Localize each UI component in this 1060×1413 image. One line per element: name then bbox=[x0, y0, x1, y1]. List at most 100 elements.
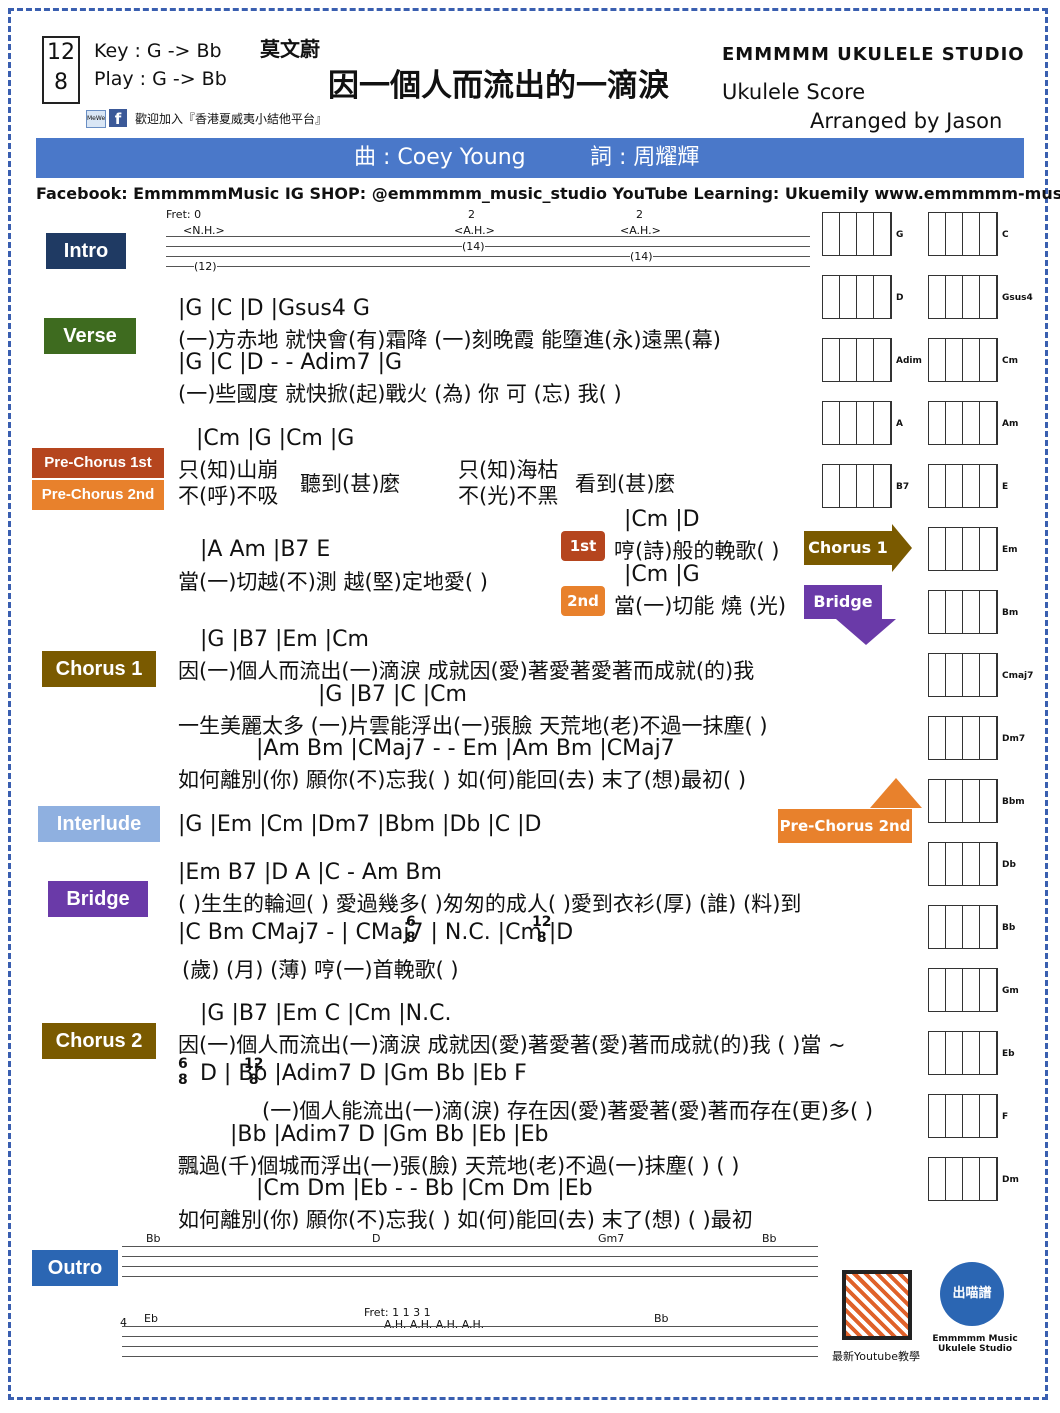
ending-1-chords: |Cm |D bbox=[624, 507, 700, 532]
outro-chord-3: Gm7 bbox=[598, 1232, 625, 1245]
chorus1-chords-1: |G |B7 |Em |Cm bbox=[200, 627, 369, 652]
outro-chord-6: Bb bbox=[654, 1312, 669, 1325]
chord-diagram-name: Am bbox=[1002, 419, 1019, 429]
chord-diagram-row: Db bbox=[818, 834, 1038, 897]
outro-chord-1: Bb bbox=[146, 1232, 161, 1245]
chord-diagram-row: Gm bbox=[818, 960, 1038, 1023]
chord-diagram-name: Bb bbox=[1002, 923, 1016, 933]
pre-lyric-2c: 看到(甚)麼 bbox=[575, 472, 676, 496]
play-text: Play : G -> Bb bbox=[94, 68, 227, 90]
intro-fret-label: Fret: 0 bbox=[166, 208, 202, 221]
chord-diagram-row: Bbm bbox=[818, 771, 1038, 834]
song-title: 因一個人而流出的一滴淚 bbox=[328, 68, 669, 104]
chorus2-chords-1: |G |B7 |Em C |Cm |N.C. bbox=[200, 1001, 452, 1026]
chord-diagram bbox=[928, 653, 998, 697]
second-ending-badge: 2nd bbox=[561, 586, 605, 616]
intro-note-14a: (14) bbox=[462, 240, 485, 253]
bridge-lyrics-2: (歲) (月) (薄) 哼(一)首輓歌( ) bbox=[182, 958, 459, 982]
pre-lyric-2b: 不(光)不黑 bbox=[458, 484, 559, 508]
chorus2-lyrics-1: 因(一)個人而流出(一)滴淚 成就因(愛)著愛著(愛)著而成就(的)我 ( )當… bbox=[178, 1033, 846, 1057]
chord-diagram bbox=[928, 716, 998, 760]
section-intro: Intro bbox=[46, 233, 126, 269]
chorus2-chords-2: D | Bb |Adim7 D |Gm Bb |Eb F bbox=[200, 1061, 527, 1086]
chord-diagram bbox=[928, 1157, 998, 1201]
chord-diagram-row: Eb bbox=[818, 1023, 1038, 1086]
intro-note-12: (12) bbox=[194, 260, 217, 273]
outro-chord-2: D bbox=[372, 1232, 381, 1245]
chord-diagram bbox=[928, 905, 998, 949]
chord-diagram-name: Bbm bbox=[1002, 797, 1025, 807]
verse-chords-2: |G |C |D - - Adim7 |G bbox=[178, 350, 403, 375]
credits-banner: 曲 : Coey Young 詞 : 周耀輝 bbox=[36, 138, 1024, 178]
chord-diagram bbox=[928, 842, 998, 886]
chord-diagram bbox=[822, 275, 892, 319]
chorus1-lyrics-3: 如何離別(你) 願你(不)忘我( ) 如(何)能回(去) 末了(想)最初( ) bbox=[178, 768, 747, 792]
section-bridge: Bridge bbox=[48, 881, 148, 917]
qr-code[interactable] bbox=[842, 1270, 912, 1340]
lyricist-credit: 詞 : 周耀輝 bbox=[590, 145, 700, 170]
chord-diagram-row: Bb bbox=[818, 897, 1038, 960]
chorus1-chords-3: |Am Bm |CMaj7 - - Em |Am Bm |CMaj7 bbox=[256, 736, 675, 761]
outro-tab-staff-2 bbox=[122, 1326, 818, 1366]
chord-diagram-name: B7 bbox=[896, 482, 910, 492]
chord-diagram-column: G C D Gsus4 Adim Cm A Am B7 E Em Bm Cmaj7 Dm7 Bbm Db Bb G… bbox=[818, 204, 1038, 1212]
bridge-time-sig-12-8: 12 8 bbox=[532, 914, 552, 946]
time-signature-bottom: 8 bbox=[54, 70, 68, 95]
chord-diagram bbox=[928, 590, 998, 634]
chord-diagram bbox=[928, 1094, 998, 1138]
chord-diagram-row: Em bbox=[818, 519, 1038, 582]
chord-diagram-name: Bm bbox=[1002, 608, 1019, 618]
chord-diagram-row: D Gsus4 bbox=[818, 267, 1038, 330]
chord-diagram-name: Dm bbox=[1002, 1175, 1019, 1185]
chord-diagram-name: Cm bbox=[1002, 356, 1018, 366]
section-chorus-2: Chorus 2 bbox=[42, 1023, 156, 1059]
time-signature-top: 12 bbox=[47, 40, 75, 65]
score-subtitle: Ukulele Score bbox=[722, 80, 866, 104]
composer-credit: 曲 : Coey Young bbox=[354, 145, 526, 170]
chord-diagram-name: Gsus4 bbox=[1002, 293, 1033, 303]
section-chorus-1: Chorus 1 bbox=[42, 651, 156, 687]
bridge-time-sig-6-8: 68 bbox=[406, 914, 416, 946]
chorus2-lyrics-2: (一)個人能流出(一)滴(淚) 存在因(愛)著愛著(愛)著而存在(更)多( ) bbox=[262, 1099, 874, 1123]
join-group-text: 歡迎加入『香港夏威夷小結他平台』 bbox=[135, 112, 328, 126]
chord-diagram bbox=[928, 1031, 998, 1075]
chord-diagram-row: B7 E bbox=[818, 456, 1038, 519]
chord-diagram bbox=[822, 464, 892, 508]
chorus2-chords-3: |Bb |Adim7 D |Gm Bb |Eb |Eb bbox=[230, 1122, 549, 1147]
qr-caption: 最新Youtube教學 bbox=[832, 1350, 920, 1363]
intro-fret-2a: 2 bbox=[468, 208, 475, 221]
chord-diagram-row: Adim Cm bbox=[818, 330, 1038, 393]
mewe-icon[interactable]: MeWe bbox=[86, 110, 106, 128]
ending-2-lyrics: 當(一)切能 燒 (光) bbox=[614, 594, 787, 618]
chord-diagram bbox=[928, 275, 998, 319]
outro-chord-5: Eb bbox=[144, 1312, 158, 1325]
outro-tab-staff-1 bbox=[122, 1246, 818, 1286]
chord-diagram-name: D bbox=[896, 293, 904, 303]
ending-2-chords: |Cm |G bbox=[624, 562, 700, 587]
paw-caption: Emmmmm Music Ukulele Studio bbox=[932, 1334, 1018, 1354]
key-text: Key : G -> Bb bbox=[94, 40, 222, 62]
section-outro: Outro bbox=[32, 1250, 118, 1286]
pre-lyric-1b: 不(呼)不吸 bbox=[178, 484, 279, 508]
chord-diagram-row: Bm bbox=[818, 582, 1038, 645]
bridge-chords-2: |C Bm CMaj7 - | CMaj7 | N.C. |Cm |D bbox=[178, 920, 574, 945]
social-links[interactable]: Facebook: EmmmmmMusic IG SHOP: @emmmmm_m… bbox=[36, 184, 1060, 203]
pre-lyrics-3: 當(一)切越(不)測 越(堅)定地愛( ) bbox=[178, 570, 488, 594]
chord-diagram-name: Em bbox=[1002, 545, 1018, 555]
intro-tab-staff bbox=[166, 236, 810, 276]
chord-diagram-name: A bbox=[896, 419, 903, 429]
pre-lyric-1c: 聽到(甚)麼 bbox=[300, 472, 401, 496]
first-ending-badge: 1st bbox=[561, 531, 605, 561]
chord-diagram bbox=[822, 401, 892, 445]
chorus2-chords-4: |Cm Dm |Eb - - Bb |Cm Dm |Eb bbox=[256, 1176, 593, 1201]
chord-diagram-name: G bbox=[896, 230, 904, 240]
chord-diagram bbox=[928, 464, 998, 508]
chord-diagram-name: Eb bbox=[1002, 1049, 1015, 1059]
interlude-chords: |G |Em |Cm |Dm7 |Bbm |Db |C |D bbox=[178, 812, 542, 837]
chorus2-time-sig-6-8: 68 bbox=[178, 1056, 188, 1088]
chord-diagram-name: E bbox=[1002, 482, 1009, 492]
chorus1-chords-2: |G |B7 |C |Cm bbox=[318, 682, 467, 707]
facebook-icon[interactable]: f bbox=[109, 109, 127, 128]
bridge-lyrics-1: ( )生生的輪迴( ) 愛過幾多( )匆匆的成人( )愛到衣衫(厚) (誰) (… bbox=[178, 892, 802, 916]
chord-diagram-row: F bbox=[818, 1086, 1038, 1149]
